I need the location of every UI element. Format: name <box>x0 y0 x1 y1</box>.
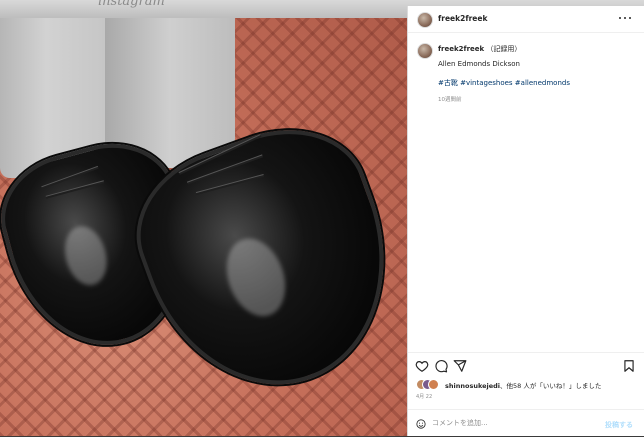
comment-icon[interactable] <box>434 359 448 373</box>
caption-avatar[interactable] <box>417 43 433 59</box>
comment-bar: 投稿する <box>408 409 644 437</box>
post-photo[interactable] <box>0 18 407 436</box>
backdrop-brand-text: instagram <box>98 0 165 9</box>
post-username[interactable]: freek2freek <box>438 14 487 23</box>
caption-hashtags[interactable]: #古靴 #vintageshoes #allenedmonds <box>438 78 570 88</box>
emoji-icon[interactable] <box>416 419 426 429</box>
liker-avatar <box>428 379 439 390</box>
caption-header: freek2freek （記録用） <box>438 44 521 54</box>
share-icon[interactable] <box>453 359 467 373</box>
post-header: freek2freek <box>408 6 644 33</box>
bookmark-icon[interactable] <box>622 359 636 373</box>
likes-summary[interactable]: shinnosukejedi、他58 人が「いいね！」しました <box>445 380 601 390</box>
post-side-panel: freek2freek freek2freek （記録用） Allen Edmo… <box>407 6 644 436</box>
liker-username[interactable]: shinnosukejedi <box>445 382 500 390</box>
caption-username[interactable]: freek2freek <box>438 45 484 53</box>
caption-note: （記録用） <box>486 45 522 53</box>
likes-rest: 、他58 人が「いいね！」しました <box>500 382 602 390</box>
more-icon[interactable] <box>619 15 633 21</box>
caption-time: 10週間前 <box>438 97 462 103</box>
post-date: 4月 22 <box>416 394 433 400</box>
comment-input[interactable] <box>432 416 602 430</box>
post-comment-button[interactable]: 投稿する <box>605 420 633 430</box>
avatar[interactable] <box>417 12 433 28</box>
heart-icon[interactable] <box>415 359 429 373</box>
caption-text: Allen Edmonds Dickson <box>438 60 520 68</box>
likes-row: shinnosukejedi、他58 人が「いいね！」しました <box>416 379 641 391</box>
action-bar <box>408 352 644 379</box>
